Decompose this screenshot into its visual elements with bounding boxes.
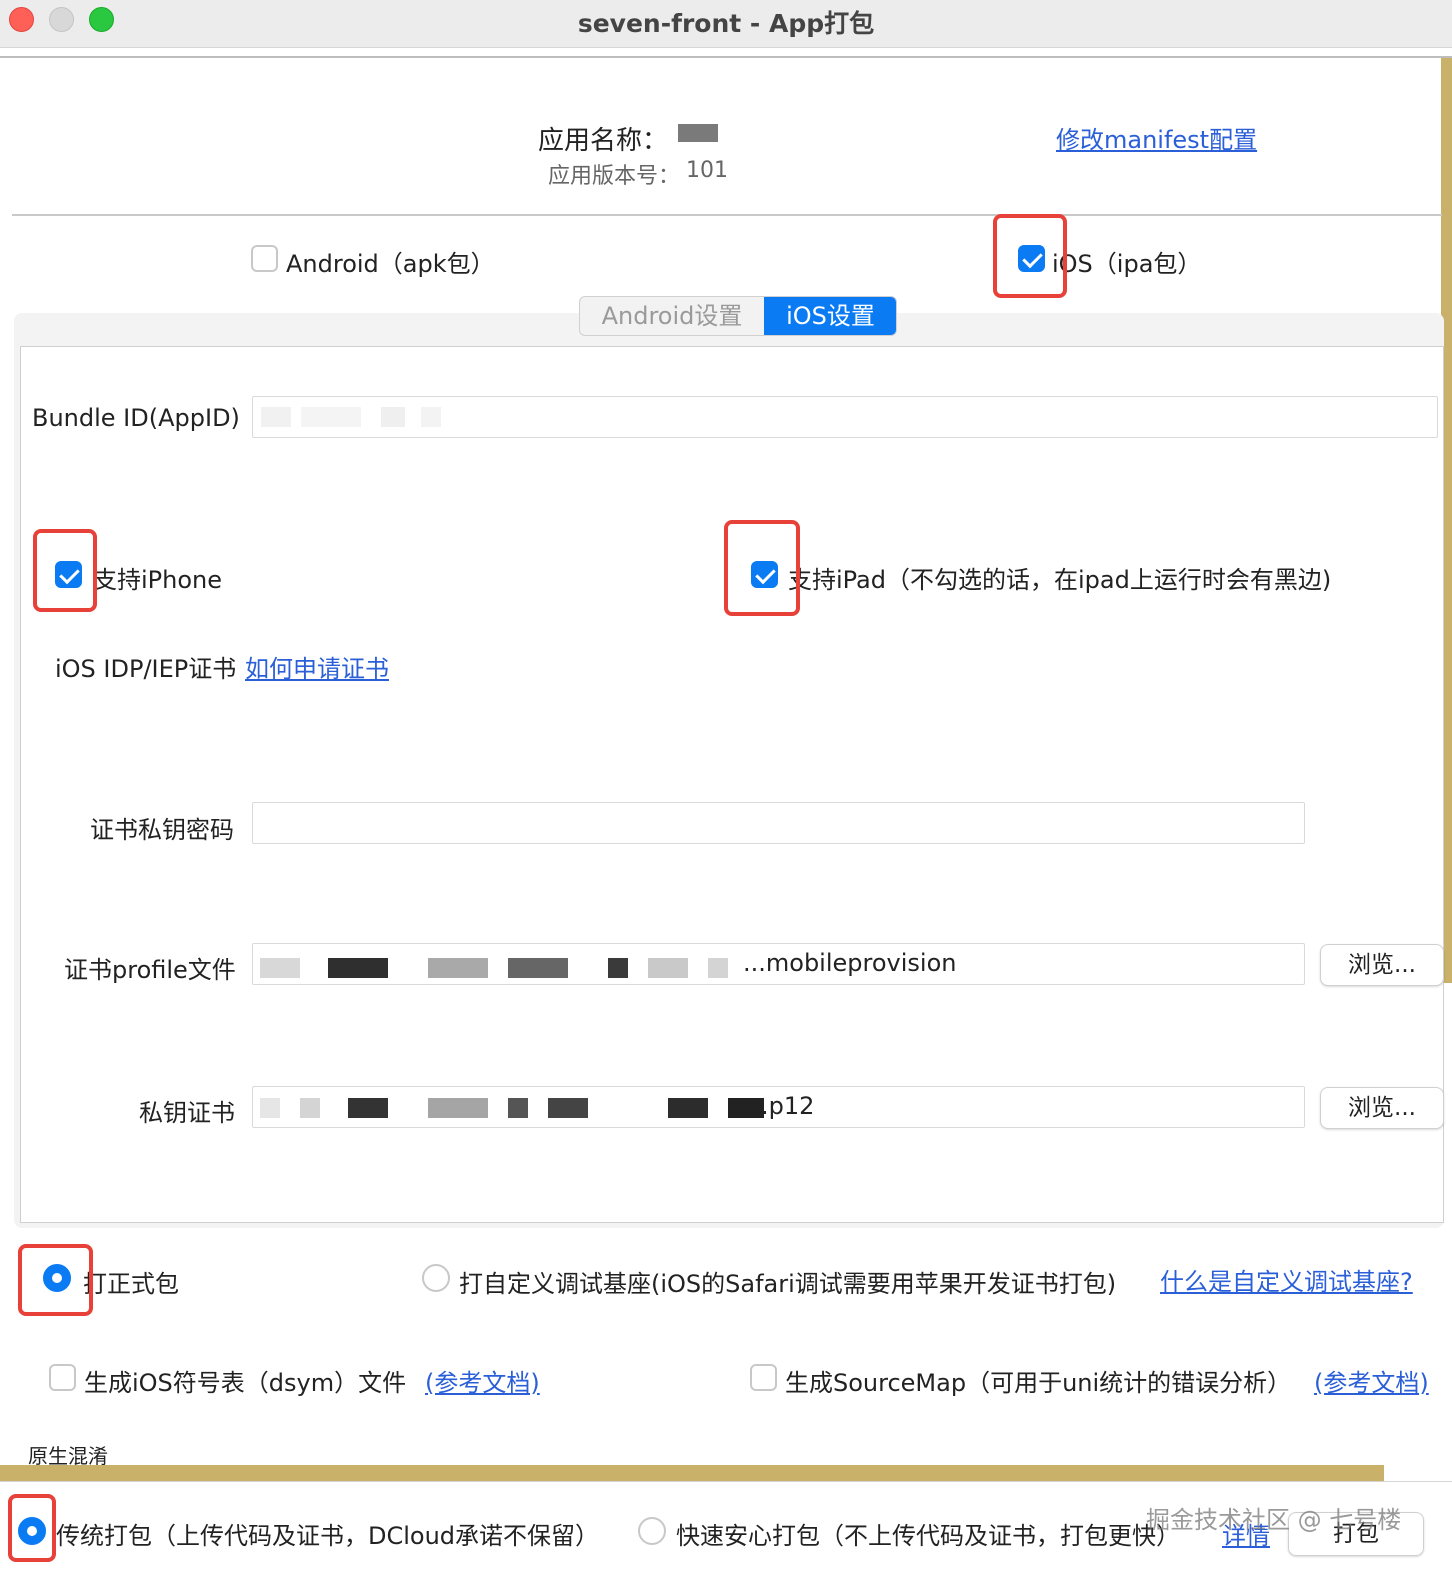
private-key-password-label: 证书私钥密码 <box>90 816 234 844</box>
bundle-id-input[interactable] <box>252 396 1438 438</box>
support-ipad-label: 支持iPad（不勾选的话，在ipad上运行时会有黑边) <box>788 566 1332 594</box>
custom-base-label: 打自定义调试基座(iOS的Safari调试需要用苹果开发证书打包) <box>459 1270 1117 1298</box>
browse-profile-button[interactable]: 浏览... <box>1320 944 1444 986</box>
private-key-cert-input[interactable]: .p12 <box>252 1086 1305 1128</box>
horizontal-scrollbar[interactable] <box>0 1465 1384 1481</box>
footer-divider <box>0 1481 1452 1482</box>
p12-path-redacted <box>260 1098 764 1118</box>
custom-base-radio[interactable] <box>422 1264 450 1292</box>
android-checkbox[interactable] <box>251 245 278 272</box>
fast-pack-label: 快速安心打包（不上传代码及证书，打包更快） <box>676 1522 1180 1550</box>
dsym-docs-link[interactable]: (参考文档) <box>425 1363 540 1398</box>
bundle-id-redacted-value <box>261 407 451 427</box>
dsym-checkbox[interactable] <box>49 1364 76 1391</box>
private-key-cert-label: 私钥证书 <box>139 1099 235 1127</box>
how-to-apply-cert-link[interactable]: 如何申请证书 <box>245 649 389 684</box>
title-bar: seven-front - App打包 <box>0 0 1452 48</box>
watermark: 掘金技术社区 @ 七号楼 <box>1146 1506 1402 1534</box>
p12-file-suffix: .p12 <box>761 1092 815 1120</box>
modify-manifest-link[interactable]: 修改manifest配置 <box>1056 120 1257 155</box>
ios-label: iOS（ipa包） <box>1052 250 1202 278</box>
fast-pack-radio[interactable] <box>638 1517 666 1545</box>
app-name-value-redacted <box>678 124 718 142</box>
profile-path-redacted <box>260 958 740 978</box>
profile-file-input[interactable]: ...mobileprovision <box>252 943 1305 985</box>
window-title: seven-front - App打包 <box>577 9 875 38</box>
dsym-label: 生成iOS符号表（dsym）文件 <box>84 1369 407 1397</box>
cert-section-label: iOS IDP/IEP证书 <box>55 655 237 683</box>
sourcemap-checkbox[interactable] <box>750 1364 777 1391</box>
highlight-ipad-checkbox <box>724 520 800 616</box>
platform-tab-bar: Android设置 iOS设置 <box>579 296 897 336</box>
sourcemap-label: 生成SourceMap（可用于uni统计的错误分析） <box>785 1369 1292 1397</box>
tab-ios-settings[interactable]: iOS设置 <box>764 297 896 335</box>
highlight-traditional-pack-radio <box>8 1494 56 1562</box>
browse-p12-button[interactable]: 浏览... <box>1320 1087 1444 1129</box>
support-iphone-label: 支持iPhone <box>93 566 223 594</box>
highlight-formal-build-radio <box>18 1244 93 1316</box>
app-name-label: 应用名称： <box>538 126 669 156</box>
bundle-id-label: Bundle ID(AppID) <box>32 404 240 432</box>
sourcemap-docs-link[interactable]: (参考文档) <box>1314 1363 1429 1398</box>
highlight-ios-checkbox <box>993 214 1067 298</box>
what-is-custom-base-link[interactable]: 什么是自定义调试基座? <box>1160 1262 1413 1297</box>
traditional-pack-label: 传统打包（上传代码及证书，DCloud承诺不保留） <box>56 1522 600 1550</box>
tab-android-settings[interactable]: Android设置 <box>580 297 764 335</box>
version-label: 应用版本号： <box>548 164 681 189</box>
formal-build-label: 打正式包 <box>83 1270 179 1298</box>
header-divider <box>0 56 1452 58</box>
section-divider <box>12 214 1442 216</box>
profile-file-suffix: ...mobileprovision <box>743 949 957 977</box>
highlight-iphone-checkbox <box>33 529 97 612</box>
private-key-password-input[interactable] <box>252 802 1305 844</box>
profile-file-label: 证书profile文件 <box>64 956 236 984</box>
version-value: 101 <box>686 158 728 183</box>
android-label: Android（apk包） <box>286 250 495 278</box>
